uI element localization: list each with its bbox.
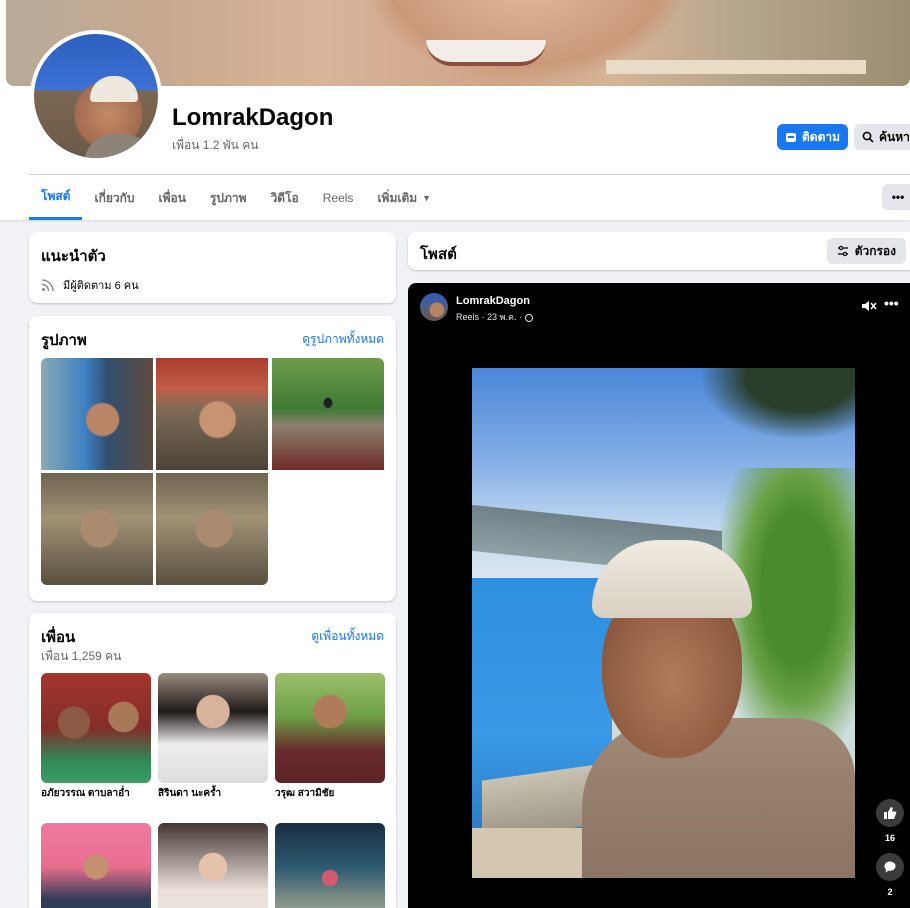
- friends-title: เพื่อน: [41, 629, 76, 646]
- photo-thumbnail[interactable]: [156, 473, 268, 585]
- reel-post: LomrakDagon Reels · 23 พ.ค. · ••• 16 2: [408, 283, 910, 908]
- profile-name: LomrakDagon: [172, 104, 334, 131]
- intro-card: แนะนำตัว มีผู้ติดตาม 6 คน: [29, 232, 396, 303]
- search-button[interactable]: ค้นหา: [854, 124, 910, 150]
- follow-button[interactable]: ติดตาม: [777, 124, 848, 150]
- tab-posts[interactable]: โพสต์: [29, 176, 83, 220]
- friend-photo[interactable]: [158, 673, 268, 783]
- posts-title: โพสต์: [420, 246, 457, 263]
- photo-thumbnail[interactable]: [41, 473, 153, 585]
- friends-total: เพื่อน 1,259 คน: [41, 649, 122, 663]
- reel-options-icon[interactable]: •••: [884, 295, 899, 311]
- video-person-body: [582, 718, 855, 878]
- friend-card[interactable]: วรุฒ สวามิชัย: [275, 673, 385, 801]
- photo-thumbnail[interactable]: [156, 358, 268, 470]
- photo-thumbnail[interactable]: [41, 358, 153, 470]
- globe-icon: [524, 313, 533, 322]
- profile-avatar[interactable]: [30, 30, 162, 162]
- profile-tabs: โพสต์ เกี่ยวกับ เพื่อน รูปภาพ วิดีโอ Ree…: [29, 176, 443, 220]
- followers-row: มีผู้ติดตาม 6 คน: [41, 276, 139, 294]
- tab-label: เพิ่มเติม: [377, 190, 418, 205]
- video-palm: [672, 368, 855, 458]
- tab-friends[interactable]: เพื่อน: [147, 176, 198, 220]
- avatar-shirt: [84, 134, 154, 158]
- friend-name[interactable]: สิรินดา นะคร้ำ: [158, 786, 268, 801]
- follow-label: ติดตาม: [801, 129, 841, 144]
- tab-photos[interactable]: รูปภาพ: [198, 176, 259, 220]
- tab-about[interactable]: เกี่ยวกับ: [82, 176, 146, 220]
- friend-photo[interactable]: [41, 823, 151, 908]
- friend-card[interactable]: [158, 823, 268, 908]
- intro-title: แนะนำตัว: [41, 248, 106, 265]
- friend-photo[interactable]: [158, 823, 268, 908]
- filter-label: ตัวกรอง: [854, 243, 896, 258]
- photo-thumbnail[interactable]: [272, 358, 384, 470]
- follow-icon: [785, 133, 796, 142]
- friend-name[interactable]: อภัยวรรณ ตาบลาอ่ำ: [41, 786, 151, 801]
- comment-button[interactable]: [876, 853, 904, 881]
- avatar-cap: [90, 76, 138, 102]
- friend-name[interactable]: วรุฒ สวามิชัย: [275, 786, 385, 801]
- tab-label: เกี่ยวกับ: [94, 190, 135, 205]
- comment-count: 2: [887, 887, 893, 897]
- reel-meta: Reels · 23 พ.ค. ·: [456, 310, 533, 324]
- mute-icon[interactable]: [860, 297, 878, 315]
- search-icon: [862, 131, 874, 143]
- cover-beam: [606, 60, 866, 74]
- tab-videos[interactable]: วิดีโอ: [259, 176, 311, 220]
- photos-card: รูปภาพ ดูรูปภาพทั้งหมด: [29, 316, 396, 601]
- friend-card[interactable]: [275, 823, 385, 908]
- like-button[interactable]: [876, 799, 904, 827]
- friend-photo[interactable]: [275, 823, 385, 908]
- cover-smile: [426, 40, 546, 66]
- friend-card[interactable]: อภัยวรรณ ตาบลาอ่ำ: [41, 673, 151, 801]
- tab-more[interactable]: เพิ่มเติม ▼: [365, 176, 443, 220]
- see-all-friends-link[interactable]: ดูเพื่อนทั้งหมด: [311, 627, 384, 646]
- tab-label: รูปภาพ: [209, 190, 247, 205]
- filter-icon: [837, 245, 848, 257]
- reel-meta-text: Reels · 23 พ.ค. ·: [456, 312, 522, 322]
- ellipsis-icon: •••: [891, 190, 905, 204]
- friends-card: เพื่อน เพื่อน 1,259 คน ดูเพื่อนทั้งหมด อ…: [29, 613, 396, 908]
- reel-author-avatar[interactable]: [420, 293, 448, 321]
- followers-count[interactable]: มีผู้ติดตาม 6 คน: [63, 276, 139, 294]
- tab-label: เพื่อน: [158, 190, 186, 205]
- like-count: 16: [884, 833, 895, 843]
- thumbs-up-icon: [884, 807, 897, 819]
- tab-label: Reels: [322, 191, 354, 205]
- posts-header-card: โพสต์ ตัวกรอง: [408, 232, 910, 270]
- tab-label: วิดีโอ: [270, 190, 299, 205]
- see-all-photos-link[interactable]: ดูรูปภาพทั้งหมด: [302, 330, 384, 349]
- comment-icon: [884, 861, 896, 873]
- filter-button[interactable]: ตัวกรอง: [826, 238, 906, 264]
- tab-label: โพสต์: [41, 189, 71, 203]
- photos-title: รูปภาพ: [41, 332, 87, 349]
- tab-reels[interactable]: Reels: [311, 176, 366, 220]
- friend-photo[interactable]: [275, 673, 385, 783]
- rss-icon: [41, 279, 54, 292]
- reel-author-name[interactable]: LomrakDagon: [456, 295, 530, 307]
- friend-card[interactable]: [41, 823, 151, 908]
- header-divider: [29, 174, 910, 175]
- reel-video[interactable]: [472, 368, 855, 878]
- friend-card[interactable]: สิรินดา นะคร้ำ: [158, 673, 268, 801]
- friend-photo[interactable]: [41, 673, 151, 783]
- caret-down-icon: ▼: [422, 193, 432, 203]
- profile-friends-count[interactable]: เพื่อน 1.2 พัน คน: [172, 136, 258, 155]
- search-label: ค้นหา: [879, 129, 910, 144]
- more-options-button[interactable]: •••: [882, 184, 910, 210]
